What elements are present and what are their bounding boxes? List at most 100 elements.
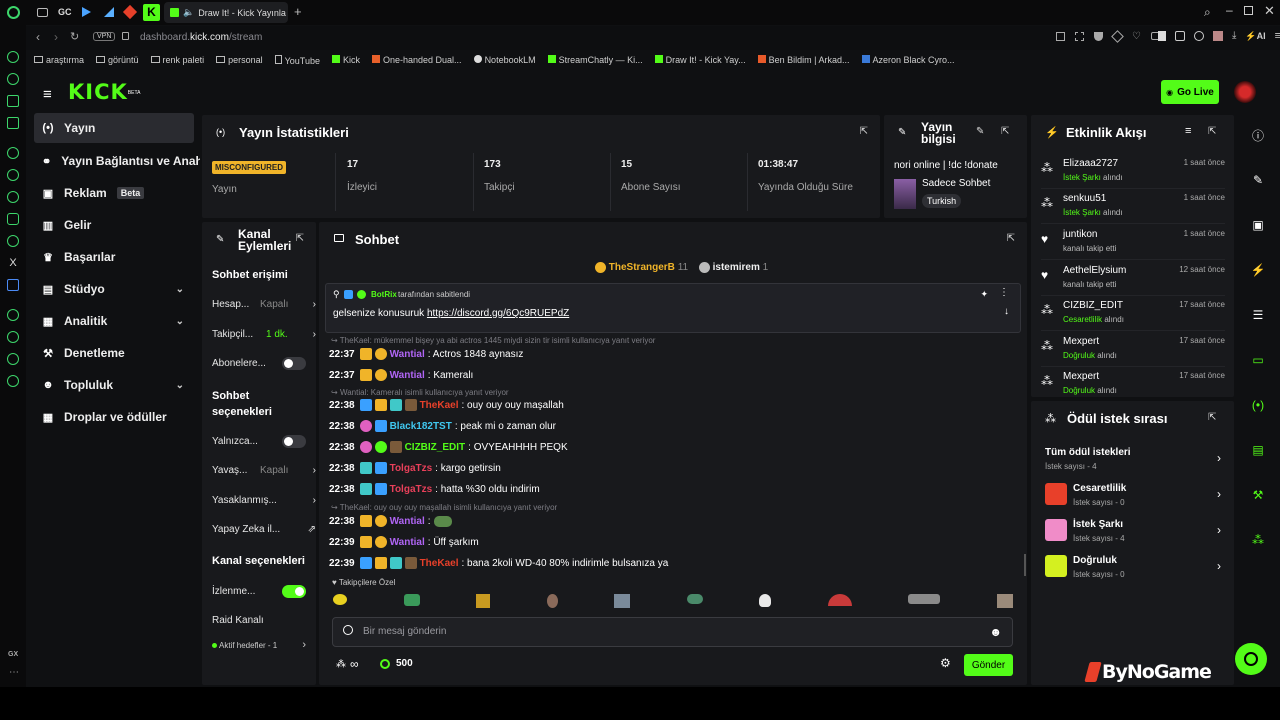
vk-icon[interactable] — [7, 279, 19, 291]
expand-icon[interactable]: ⇱ — [296, 233, 304, 244]
list-icon[interactable]: ☰ — [1242, 299, 1274, 331]
extensions-icon[interactable] — [7, 353, 19, 365]
back-icon[interactable]: ‹ — [36, 30, 40, 44]
rewards-icon[interactable]: ⁂ — [336, 659, 346, 670]
info-icon[interactable]: ⓘ — [1242, 119, 1274, 151]
history-icon[interactable] — [7, 331, 19, 343]
expand-icon[interactable]: ⇱ — [860, 126, 868, 137]
bookmark-item[interactable]: Kick — [331, 55, 360, 65]
banned-words-row[interactable]: Yasaklanmış... › — [212, 490, 316, 510]
sidebar-item-topluluk[interactable]: ☻ Topluluk ⌄ — [34, 370, 194, 400]
chat-username[interactable]: TheKael — [420, 558, 459, 569]
arrow-icon[interactable] — [104, 7, 114, 17]
followers-only-row[interactable]: Takipçil... 1 dk. › — [212, 324, 316, 344]
bookmark-item[interactable]: One-handed Dual... — [372, 55, 462, 65]
emote[interactable] — [614, 594, 631, 608]
more-options-icon[interactable]: ⋮ — [999, 287, 1009, 298]
bookmark-item[interactable]: araştırma — [34, 55, 84, 65]
bookmark-item[interactable]: StreamChatly — Ki... — [547, 55, 643, 65]
mail-icon[interactable] — [7, 117, 19, 129]
notes-icon[interactable] — [1158, 31, 1166, 41]
close-window-icon[interactable]: ✕ — [1264, 3, 1275, 19]
emoji-icon[interactable]: ☻ — [989, 625, 1002, 639]
minimize-icon[interactable]: – — [1226, 3, 1233, 17]
emote[interactable] — [686, 594, 703, 604]
support-chat-button[interactable] — [1235, 643, 1267, 675]
sidebar-item-basarilar[interactable]: ♛ Başarılar — [34, 242, 194, 272]
chat-username[interactable]: TolgaTzs — [390, 463, 433, 474]
chat-scrollbar[interactable] — [1024, 554, 1026, 576]
chat-username[interactable]: Wantial — [390, 537, 425, 548]
sidebar-item-studyo[interactable]: ▤ Stüdyo ⌄ — [34, 274, 194, 304]
reload-icon[interactable]: ↻ — [70, 30, 79, 43]
category-name[interactable]: Sadece Sohbet — [922, 178, 990, 189]
expand-icon[interactable]: ⇱ — [1001, 126, 1009, 137]
sidebar-item-droplar[interactable]: ▦ Droplar ve ödüller — [34, 402, 194, 432]
emote[interactable] — [759, 594, 772, 607]
discord-icon[interactable] — [7, 191, 19, 203]
chat-username[interactable]: Wantial — [390, 516, 425, 527]
raid-channel-row[interactable]: Raid Kanalı — [212, 610, 308, 630]
bookmark-item[interactable]: Ben Bildim | Arkad... — [757, 55, 850, 65]
more-icon[interactable]: ⋯ — [9, 667, 19, 678]
play-icon[interactable] — [82, 7, 91, 17]
forward-icon[interactable]: › — [54, 30, 58, 44]
account-age-row[interactable]: Hesap... Kapalı › — [212, 294, 316, 314]
settings-icon[interactable] — [7, 375, 19, 387]
tiktok-icon[interactable] — [7, 235, 19, 247]
chatgpt-icon[interactable] — [7, 147, 19, 159]
slow-mode-row[interactable]: Yavaş... Kapalı › — [212, 460, 316, 480]
chat-username[interactable]: TheKael — [420, 400, 459, 411]
expand-icon[interactable]: ⇱ — [1007, 233, 1015, 244]
send-button[interactable]: Gönder — [964, 654, 1013, 676]
reward-icon[interactable]: ⁂ — [1242, 524, 1274, 556]
layers-icon[interactable]: ▤ — [1242, 434, 1274, 466]
emote[interactable] — [827, 594, 852, 606]
subscribers-only-toggle[interactable] — [282, 357, 306, 370]
gx-label[interactable]: GX — [8, 651, 18, 658]
bookmark-item[interactable]: Azeron Black Cyro... — [861, 55, 955, 65]
workspace-icon[interactable] — [37, 8, 48, 17]
screenshot-icon[interactable] — [1075, 32, 1084, 41]
chat-username[interactable]: CIZBIZ_EDIT — [405, 442, 466, 453]
kick-logo[interactable]: KICKBETA — [68, 80, 140, 104]
sidebar-item-gelir[interactable]: ▥ Gelir — [34, 210, 194, 240]
vpn-badge[interactable]: VPN — [93, 32, 116, 41]
bookmark-item[interactable]: görüntü — [96, 55, 139, 65]
emote[interactable] — [908, 594, 941, 604]
unpin-icon[interactable]: ✦ — [980, 289, 988, 300]
emote[interactable] — [476, 594, 491, 608]
chat-username[interactable]: Wantial — [390, 349, 425, 360]
heart-outline-icon[interactable]: ♡ — [1132, 32, 1141, 42]
shield-icon[interactable] — [1094, 32, 1103, 41]
tab-mute-icon[interactable]: 🔈 — [183, 7, 194, 18]
pinned-by-user[interactable]: BotRix — [371, 290, 397, 299]
viewer-count-toggle[interactable] — [282, 585, 306, 598]
broadcast-icon[interactable]: (•) — [1242, 389, 1274, 421]
sidebar-item-analitik[interactable]: ▦ Analitik ⌄ — [34, 306, 194, 336]
menu-icon[interactable]: ≡ — [1275, 31, 1280, 42]
discord-link[interactable]: https://discord.gg/6Qc9RUEPdZ — [427, 308, 569, 319]
sidebar-item-stream-key[interactable]: ⚭Yayın Bağlantısı ve Anahtar — [34, 146, 200, 176]
chat-settings-icon[interactable] — [343, 625, 353, 635]
image-icon[interactable] — [7, 95, 19, 107]
reward-item[interactable]: İstek Şarkı İstek sayısı - 4 › — [1045, 517, 1221, 547]
filter-icon[interactable]: ≡ — [1185, 125, 1191, 137]
search-icon[interactable]: ⌕ — [1204, 5, 1211, 20]
speed-dial-icon[interactable] — [7, 51, 19, 63]
edit-icon[interactable]: ✎ — [976, 126, 984, 137]
red-app-icon[interactable] — [122, 4, 138, 20]
kick-tab-icon[interactable]: K — [143, 4, 160, 21]
layout-icon[interactable]: ▣ — [1242, 209, 1274, 241]
extension-icon[interactable] — [1175, 31, 1185, 41]
bookmark-item[interactable]: YouTube — [274, 54, 320, 66]
sidebar-item-reklam[interactable]: ▣ Reklam Beta — [34, 178, 194, 208]
restore-icon[interactable] — [1244, 6, 1253, 15]
instagram-icon[interactable] — [7, 213, 19, 225]
chat-username[interactable]: Wantial — [390, 370, 425, 381]
reward-item[interactable]: Cesaretlilik İstek sayısı - 0 › — [1045, 481, 1221, 511]
emote[interactable] — [333, 594, 347, 605]
opera-logo-icon[interactable] — [7, 6, 20, 19]
chat-icon[interactable]: ▭ — [1242, 344, 1274, 376]
gc-icon[interactable]: GC — [58, 7, 72, 17]
